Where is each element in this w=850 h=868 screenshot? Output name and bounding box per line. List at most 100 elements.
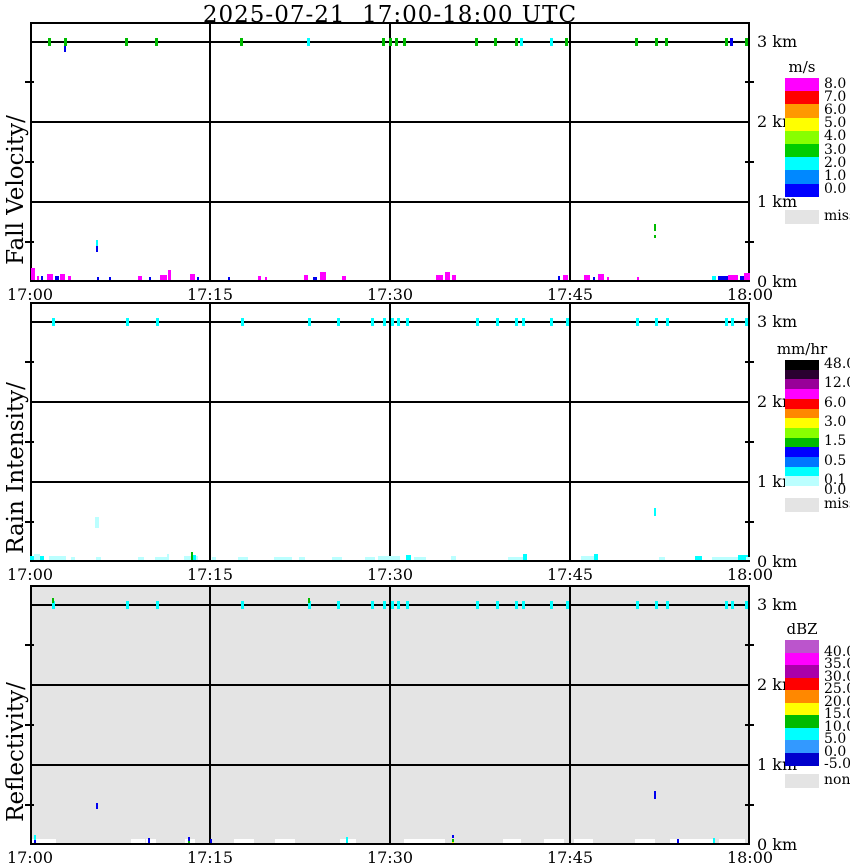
colorbar-miss-swatch: [785, 210, 819, 224]
data-mark: [730, 38, 733, 46]
data-mark: [241, 318, 244, 326]
colorbar-segment: [785, 438, 819, 448]
y-axis-tick: [25, 361, 34, 363]
colorbar-segment: [785, 170, 819, 184]
data-mark: [275, 839, 295, 843]
data-mark: [659, 557, 665, 560]
colorbar-title: dBZ: [771, 620, 833, 638]
data-mark: [550, 318, 553, 326]
grid-line-horizontal: [30, 481, 750, 483]
y-axis-tick: [745, 441, 754, 443]
y-axis-tick: [25, 644, 34, 646]
data-mark: [635, 839, 655, 843]
data-mark: [476, 318, 479, 326]
grid-line-vertical: [209, 22, 211, 282]
colorbar-tick-label: -5.0: [824, 756, 850, 772]
data-mark: [637, 277, 639, 280]
data-mark: [406, 318, 409, 326]
data-mark: [96, 557, 101, 560]
colorbar-tick-label: 3.0: [824, 414, 846, 430]
colorbar-segment: [785, 91, 819, 105]
colorbar-miss-label: miss: [824, 208, 850, 224]
data-mark: [515, 601, 518, 609]
y-axis-tick: [745, 241, 754, 243]
data-mark: [197, 277, 199, 280]
x-tick-label: 17:30: [364, 565, 416, 584]
data-mark: [371, 601, 374, 609]
colorbar-segment: [785, 144, 819, 158]
data-mark: [445, 272, 450, 280]
colorbar-segment: [785, 389, 819, 399]
data-mark: [563, 275, 568, 280]
data-mark: [523, 554, 527, 560]
y-axis-tick: [745, 724, 754, 726]
colorbar-segment: [785, 78, 819, 92]
data-mark: [52, 318, 55, 326]
data-mark: [299, 557, 305, 560]
data-mark: [565, 38, 568, 46]
colorbar-tick-label: 48.0: [824, 356, 850, 372]
y-axis-tick: [25, 81, 34, 83]
colorbar-tick-label: 6.0: [824, 395, 846, 411]
data-mark: [566, 601, 569, 609]
data-mark: [452, 839, 454, 842]
data-mark: [475, 38, 478, 46]
km-label: 0 km: [757, 835, 797, 854]
data-mark: [503, 839, 521, 843]
y-axis-tick: [745, 361, 754, 363]
colorbar-segment: [785, 690, 819, 703]
data-mark: [160, 275, 167, 280]
grid-line-horizontal: [30, 201, 750, 203]
y-axis-tick: [745, 521, 754, 523]
data-mark: [594, 554, 598, 560]
data-mark: [397, 318, 400, 326]
colorbar-segment: [785, 370, 819, 380]
data-mark: [718, 276, 728, 280]
colorbar-segment: [785, 399, 819, 409]
data-mark: [666, 601, 669, 609]
colorbar-segment: [785, 753, 819, 766]
data-mark: [712, 557, 741, 560]
data-mark: [41, 276, 43, 280]
data-mark: [574, 839, 593, 843]
grid-line-vertical: [209, 585, 211, 845]
x-tick-label: 17:15: [184, 565, 236, 584]
data-mark: [52, 598, 54, 603]
data-mark: [496, 318, 499, 326]
data-mark: [558, 276, 560, 280]
data-mark: [654, 235, 656, 238]
data-mark: [307, 38, 310, 46]
colorbar-tick-label: 12.0: [824, 375, 850, 391]
data-mark: [337, 318, 340, 326]
colorbar-tick-label: 0.5: [824, 453, 846, 469]
data-mark: [725, 318, 728, 326]
km-label: 0 km: [757, 272, 797, 291]
data-mark: [719, 839, 745, 843]
data-mark: [566, 318, 569, 326]
data-mark: [71, 557, 75, 560]
colorbar-segment: [785, 665, 819, 678]
data-mark: [258, 276, 261, 280]
data-mark: [712, 276, 716, 280]
data-mark: [655, 601, 658, 609]
colorbar-tick-label: 0.0: [824, 181, 846, 197]
data-mark: [383, 318, 386, 326]
grid-line-vertical: [389, 302, 391, 562]
grid-line-horizontal: [30, 764, 750, 766]
data-mark: [238, 557, 248, 560]
grid-line-vertical: [569, 302, 571, 562]
grid-line-vertical: [569, 585, 571, 845]
data-mark: [515, 38, 518, 46]
data-mark: [138, 557, 144, 560]
data-mark: [655, 38, 658, 46]
colorbar-segment: [785, 678, 819, 691]
x-tick-label: 17:45: [544, 565, 596, 584]
colorbar-segment: [785, 467, 819, 477]
grid-line-vertical: [569, 22, 571, 282]
data-mark: [636, 318, 639, 326]
colorbar-miss-label: none: [824, 772, 850, 788]
data-mark: [584, 275, 590, 280]
colorbar-segment: [785, 428, 819, 438]
data-mark: [745, 318, 748, 326]
colorbar-segment: [785, 740, 819, 753]
